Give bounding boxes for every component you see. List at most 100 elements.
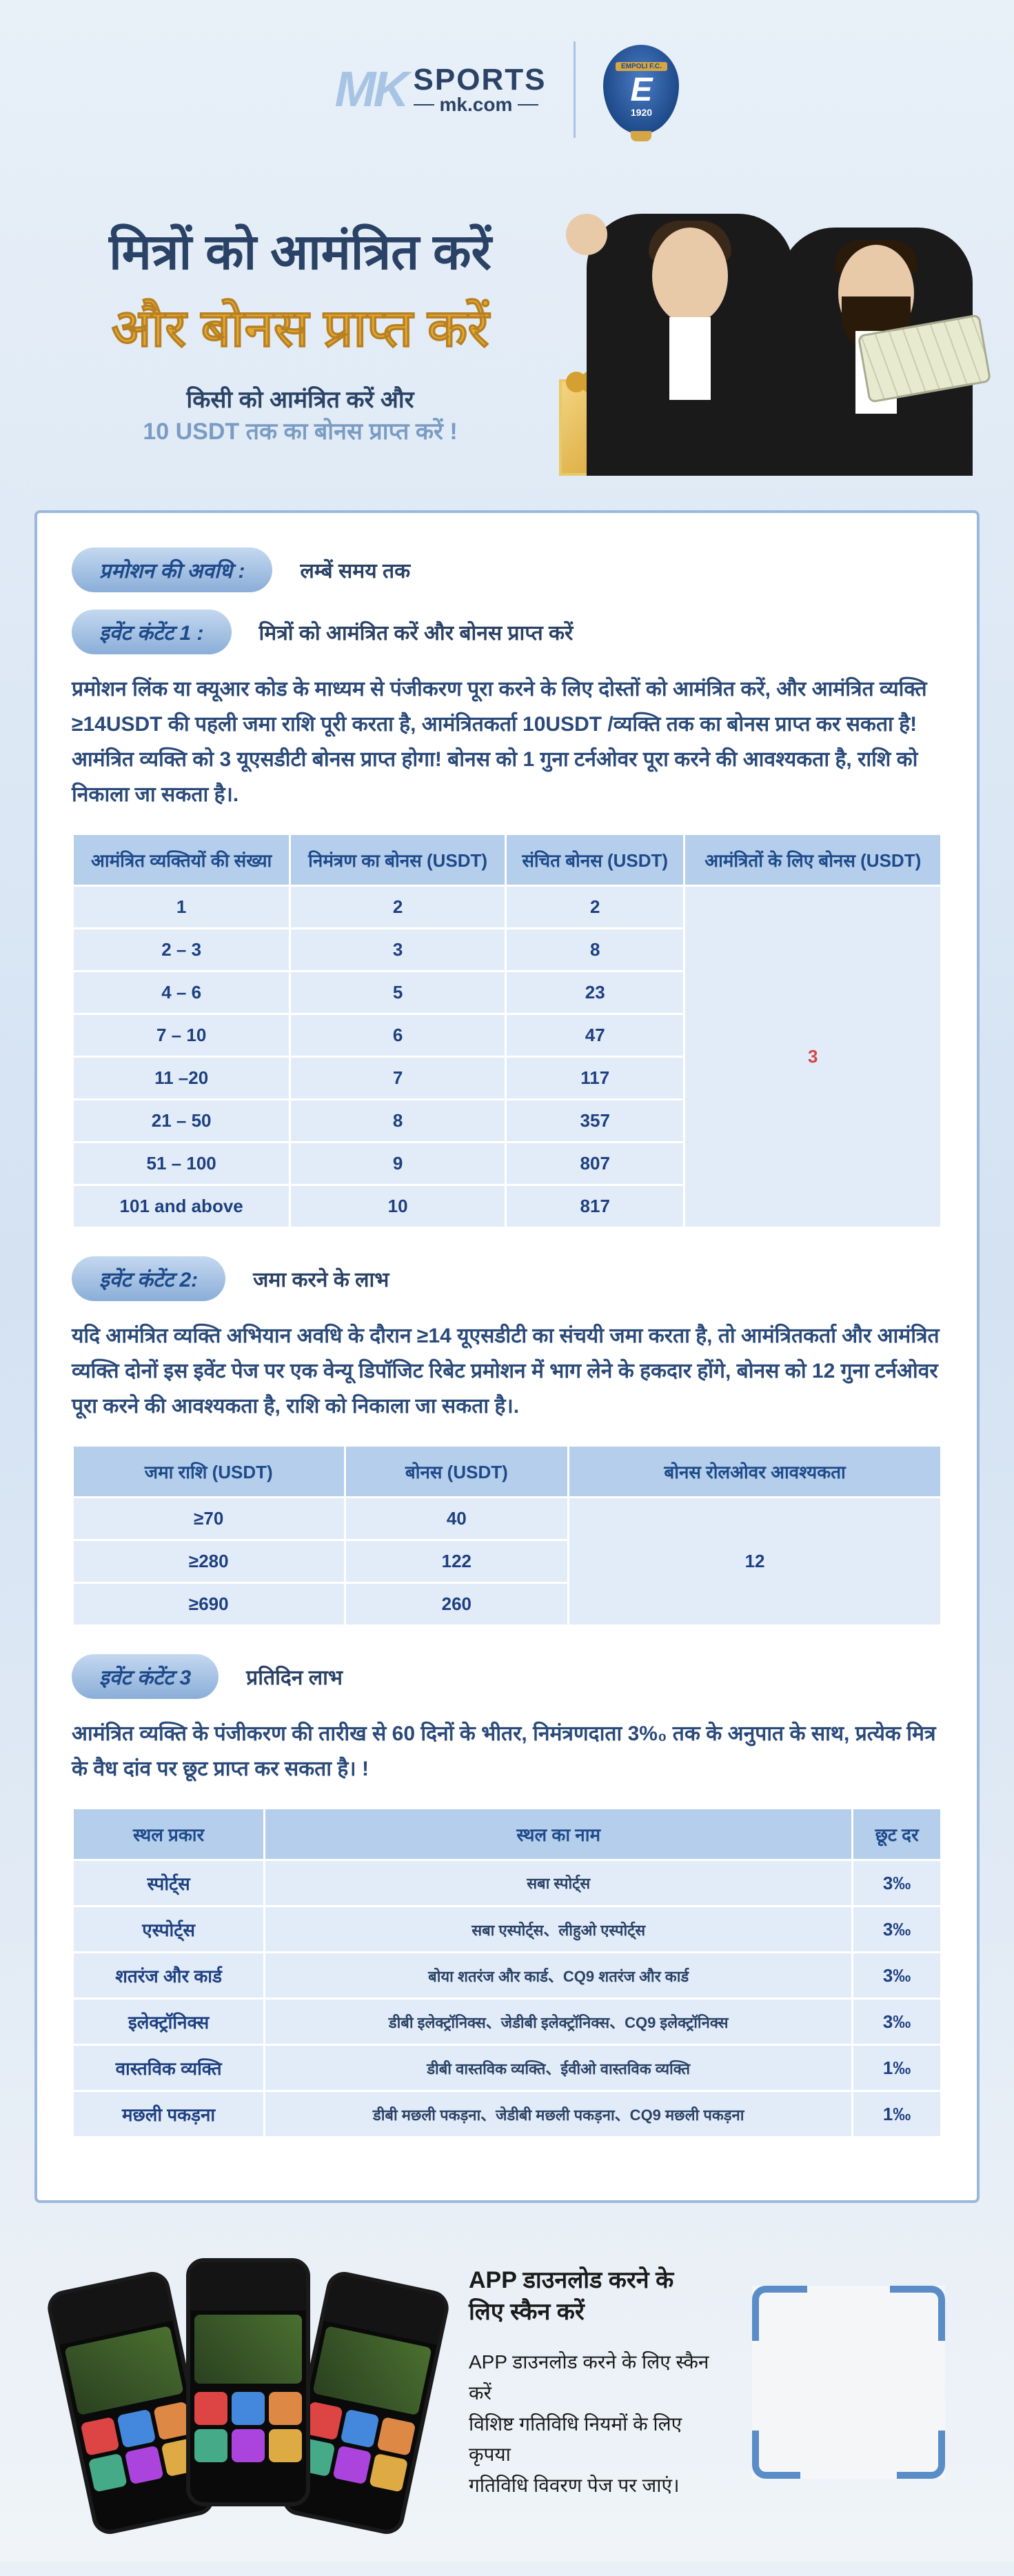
table-cell: 3‰ bbox=[853, 1860, 942, 1906]
logo-domain: mk.com bbox=[414, 95, 547, 114]
table-cell: 10 bbox=[290, 1185, 506, 1228]
table-header: बोनस रोलओवर आवश्यकता bbox=[569, 1446, 942, 1498]
event-1-label: इवेंट कंटेंट 1 : bbox=[72, 610, 232, 654]
event-3-title: प्रतिदिन लाभ bbox=[246, 1662, 343, 1691]
table-cell: 117 bbox=[505, 1057, 684, 1100]
footer-line3: गतिविधि विवरण पेज पर जाएं। bbox=[469, 2471, 711, 2502]
hero-subtitle-line1: किसी को आमंत्रित करें और bbox=[41, 383, 559, 414]
hero-section: मित्रों को आमंत्रित करें और बोनस प्राप्त… bbox=[0, 159, 1014, 496]
person-figure bbox=[780, 228, 973, 476]
table-cell: 9 bbox=[290, 1143, 506, 1185]
table-cell: 51 – 100 bbox=[73, 1143, 290, 1185]
hero-title-line2: और बोनस प्राप्त करें bbox=[41, 291, 559, 362]
phone-mockup bbox=[186, 2258, 310, 2506]
footer-line1: APP डाउनलोड करने के लिए स्कैन करें bbox=[469, 2347, 711, 2409]
event-3-label: इवेंट कंटेंट 3 bbox=[72, 1654, 219, 1699]
table-row: एस्पोर्ट्ससबा एस्पोर्ट्स、लीहुओ एस्पोर्ट्… bbox=[73, 1906, 942, 1953]
table-row: मछली पकड़नाडीबी मछली पकड़ना、जेडीबी मछली … bbox=[73, 2091, 942, 2137]
table-cell: मछली पकड़ना bbox=[73, 2091, 265, 2137]
table-cell: 357 bbox=[505, 1100, 684, 1143]
table-header: आमंत्रितों के लिए बोनस (USDT) bbox=[685, 834, 942, 886]
invitation-bonus-table: आमंत्रित व्यक्तियों की संख्यानिमंत्रण का… bbox=[72, 833, 942, 1229]
table-cell: 2 – 3 bbox=[73, 929, 290, 972]
table-cell: 3‰ bbox=[853, 1906, 942, 1953]
person-figure bbox=[587, 214, 793, 476]
badge-club-name: EMPOLI F.C. bbox=[616, 62, 667, 71]
table-cell: 2 bbox=[290, 886, 506, 929]
table-merged-cell: 3 bbox=[685, 886, 942, 1228]
badge-year: 1920 bbox=[631, 107, 652, 118]
table-cell: डीबी मछली पकड़ना、जेडीबी मछली पकड़ना、CQ9 … bbox=[265, 2091, 853, 2137]
table-row: स्पोर्ट्ससबा स्पोर्ट्स3‰ bbox=[73, 1860, 942, 1906]
table-header: आमंत्रित व्यक्तियों की संख्या bbox=[73, 834, 290, 886]
footer-line2: विशिष्ट गतिविधि नियमों के लिए कृपया bbox=[469, 2409, 711, 2471]
table-cell: 11 –20 bbox=[73, 1057, 290, 1100]
empoli-badge: EMPOLI F.C. E 1920 bbox=[603, 45, 679, 134]
table-cell: इलेक्ट्रॉनिक्स bbox=[73, 1999, 265, 2045]
table-cell: ≥690 bbox=[73, 1583, 345, 1626]
table-cell: 1‰ bbox=[853, 2091, 942, 2137]
event-2-description: यदि आमंत्रित व्यक्ति अभियान अवधि के दौरा… bbox=[72, 1318, 942, 1424]
table-cell: ≥280 bbox=[73, 1540, 345, 1583]
rebate-rate-table: स्थल प्रकारस्थल का नामछूट दरस्पोर्ट्ससबा… bbox=[72, 1807, 942, 2138]
badge-letter: E bbox=[630, 74, 652, 107]
table-cell: 2 bbox=[505, 886, 684, 929]
hero-image bbox=[587, 186, 973, 476]
table-cell: 6 bbox=[290, 1014, 506, 1057]
mk-sports-logo: MK SPORTS mk.com bbox=[335, 61, 547, 118]
footer-heading: APP डाउनलोड करने के लिए स्कैन करें bbox=[469, 2263, 711, 2326]
table-row: 1223 bbox=[73, 886, 942, 929]
content-panel: प्रमोशन की अवधि : लम्बें समय तक इवेंट कं… bbox=[34, 510, 980, 2203]
table-cell: 3‰ bbox=[853, 1999, 942, 2045]
table-cell: 7 – 10 bbox=[73, 1014, 290, 1057]
table-cell: डीबी वास्तविक व्यक्ति、ईवीओ वास्तविक व्यक… bbox=[265, 2045, 853, 2091]
table-header: संचित बोनस (USDT) bbox=[505, 834, 684, 886]
logo-mk: MK bbox=[335, 61, 407, 118]
table-cell: बोया शतरंज और कार्ड、CQ9 शतरंज और कार्ड bbox=[265, 1953, 853, 1999]
hero-title-line1: मित्रों को आमंत्रित करें bbox=[41, 217, 559, 284]
table-header: बोनस (USDT) bbox=[345, 1446, 569, 1498]
table-header: निमंत्रण का बोनस (USDT) bbox=[290, 834, 506, 886]
table-cell: 1‰ bbox=[853, 2045, 942, 2091]
event-1-description: प्रमोशन लिंक या क्यूआर कोड के माध्यम से … bbox=[72, 672, 942, 812]
table-row: इलेक्ट्रॉनिक्सडीबी इलेक्ट्रॉनिक्स、जेडीबी… bbox=[73, 1999, 942, 2045]
table-cell: 3 bbox=[290, 929, 506, 972]
table-header: जमा राशि (USDT) bbox=[73, 1446, 345, 1498]
table-cell: सबा स्पोर्ट्स bbox=[265, 1860, 853, 1906]
event-2-label: इवेंट कंटेंट 2: bbox=[72, 1256, 225, 1301]
table-cell: 260 bbox=[345, 1583, 569, 1626]
qr-scan-frame bbox=[752, 2286, 945, 2479]
table-header: स्थल प्रकार bbox=[73, 1809, 265, 1860]
event-3-description: आमंत्रित व्यक्ति के पंजीकरण की तारीख से … bbox=[72, 1716, 942, 1787]
table-cell: 817 bbox=[505, 1185, 684, 1228]
table-cell: एस्पोर्ट्स bbox=[73, 1906, 265, 1953]
table-cell: 101 and above bbox=[73, 1185, 290, 1228]
table-row: शतरंज और कार्डबोया शतरंज और कार्ड、CQ9 शत… bbox=[73, 1953, 942, 1999]
table-cell: 8 bbox=[290, 1100, 506, 1143]
table-cell: वास्तविक व्यक्ति bbox=[73, 2045, 265, 2091]
promotion-period-label: प्रमोशन की अवधि : bbox=[72, 547, 272, 592]
table-cell: स्पोर्ट्स bbox=[73, 1860, 265, 1906]
table-cell: ≥70 bbox=[73, 1498, 345, 1540]
table-header: छूट दर bbox=[853, 1809, 942, 1860]
table-cell: 7 bbox=[290, 1057, 506, 1100]
hero-subtitle-line2: 10 USDT तक का बोनस प्राप्त करें ! bbox=[41, 414, 559, 446]
table-cell: डीबी इलेक्ट्रॉनिक्स、जेडीबी इलेक्ट्रॉनिक्… bbox=[265, 1999, 853, 2045]
event-2-title: जमा करने के लाभ bbox=[253, 1265, 389, 1293]
table-cell: 40 bbox=[345, 1498, 569, 1540]
event-1-title: मित्रों को आमंत्रित करें और बोनस प्राप्त… bbox=[259, 618, 574, 646]
table-cell: 1 bbox=[73, 886, 290, 929]
table-header: स्थल का नाम bbox=[265, 1809, 853, 1860]
table-cell: 23 bbox=[505, 972, 684, 1014]
deposit-bonus-table: जमा राशि (USDT)बोनस (USDT)बोनस रोलओवर आव… bbox=[72, 1445, 942, 1627]
promotion-period-value: लम्बें समय तक bbox=[300, 556, 410, 584]
header-divider bbox=[574, 41, 576, 138]
table-cell: 4 – 6 bbox=[73, 972, 290, 1014]
table-cell: 122 bbox=[345, 1540, 569, 1583]
brand-header: MK SPORTS mk.com EMPOLI F.C. E 1920 bbox=[0, 0, 1014, 159]
table-cell: 47 bbox=[505, 1014, 684, 1057]
table-cell: शतरंज और कार्ड bbox=[73, 1953, 265, 1999]
table-cell: 8 bbox=[505, 929, 684, 972]
table-merged-cell: 12 bbox=[569, 1498, 942, 1626]
phone-mockups bbox=[69, 2258, 427, 2506]
